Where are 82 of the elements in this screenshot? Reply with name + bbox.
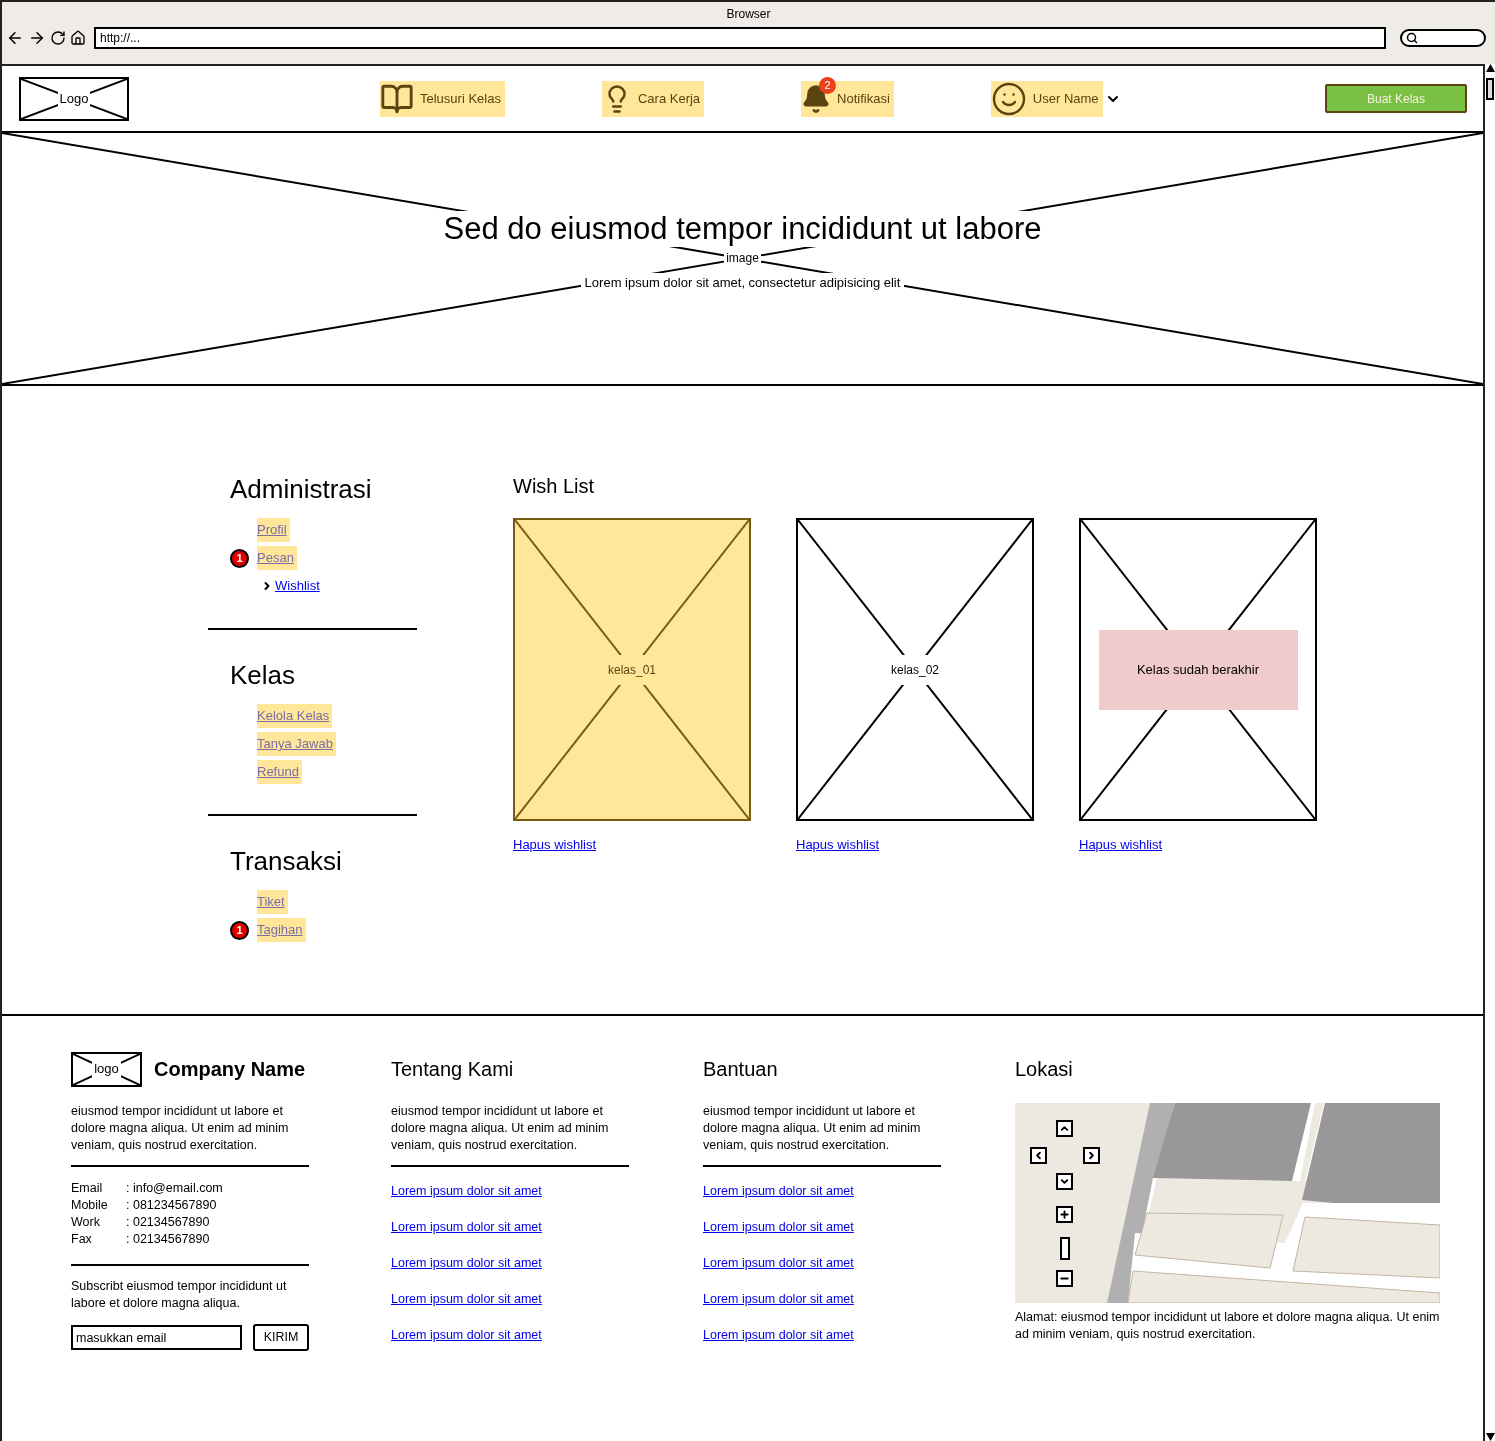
sidebar-link[interactable]: Wishlist (261, 576, 320, 596)
chevron-right-icon (1086, 1150, 1097, 1161)
contact-value: : 081234567890 (126, 1197, 217, 1214)
count-badge: 1 (230, 548, 249, 568)
wishlist-heading: Wish List (513, 474, 596, 498)
hero-subtitle: Lorem ipsum dolor sit amet, consectetur adipisicing elit (580, 273, 905, 293)
sidebar-link[interactable]: Pesan (257, 546, 297, 570)
footer-link[interactable]: Lorem ipsum dolor sit amet (703, 1291, 854, 1308)
zoom-out-button[interactable] (1056, 1270, 1073, 1287)
chevron-left-icon (1033, 1150, 1044, 1161)
home-icon[interactable] (70, 30, 86, 46)
nav-link[interactable]: Cara Kerja (601, 80, 705, 117)
footer-link[interactable]: Lorem ipsum dolor sit amet (391, 1291, 542, 1308)
nav-link[interactable]: 2 Notifikasi (801, 80, 894, 117)
plus-icon (1059, 1209, 1070, 1220)
sidebar-link[interactable]: Tanya Jawab (257, 732, 336, 756)
section-heading: Transaksi (230, 846, 343, 876)
footer-link[interactable]: Lorem ipsum dolor sit amet (703, 1183, 854, 1200)
sidebar-link[interactable]: Kelola Kelas (257, 704, 333, 728)
chevron-up-icon (1059, 1123, 1070, 1134)
address-text: Alamat: eiusmod tempor incididunt ut labore et dolore magna aliqua. Ut enim ad minim veniam, quis nostrud exercitation. (1015, 1309, 1440, 1343)
email-field[interactable]: masukkan email (71, 1325, 242, 1350)
sidebar-link[interactable]: Tiket (257, 890, 288, 914)
smiley-icon (990, 80, 1027, 117)
footer-link[interactable]: Lorem ipsum dolor sit amet (703, 1327, 854, 1344)
contact-label: Mobile (71, 1197, 109, 1214)
ended-notice: Kelas sudah berakhir (1098, 629, 1298, 710)
company-name: Company Name (154, 1057, 306, 1082)
contact-label: Work (71, 1214, 101, 1231)
contact-value: : 02134567890 (126, 1231, 210, 1248)
image-label: image (724, 251, 761, 265)
footer-link[interactable]: Lorem ipsum dolor sit amet (391, 1183, 542, 1200)
sidebar-link[interactable]: Refund (257, 760, 302, 784)
pan-up-button[interactable] (1056, 1120, 1073, 1137)
submit-button[interactable]: KIRIM (253, 1324, 309, 1351)
scroll-thumb[interactable] (1486, 78, 1494, 100)
footer-link[interactable]: Lorem ipsum dolor sit amet (391, 1327, 542, 1344)
footer-description: eiusmod tempor incididunt ut labore et dolore magna aliqua. Ut enim ad minim veniam, quis nostrud exercitation. (703, 1103, 922, 1154)
subscribe-text: Subscribt eiusmod tempor incididunt ut labore et dolore magna aliqua. (71, 1278, 288, 1312)
section-heading: Administrasi (230, 474, 373, 504)
nav-link[interactable]: User Name (990, 80, 1103, 117)
scrollbar[interactable] (1485, 64, 1495, 1441)
contact-value: : info@email.com (126, 1180, 223, 1197)
footer-heading: Lokasi (1015, 1057, 1074, 1082)
zoom-bar-icon (1060, 1237, 1070, 1260)
zoom-in-button[interactable] (1056, 1206, 1073, 1223)
back-icon[interactable] (6, 29, 24, 47)
contact-value: : 02134567890 (126, 1214, 210, 1231)
pan-right-button[interactable] (1083, 1147, 1100, 1164)
remove-link[interactable]: Hapus wishlist (1079, 835, 1163, 855)
logo-label: logo (92, 1059, 121, 1079)
scroll-down-icon[interactable] (1485, 1433, 1495, 1441)
count-badge: 1 (230, 920, 249, 940)
reload-icon[interactable] (50, 30, 66, 46)
search-field[interactable] (1400, 29, 1486, 47)
footer-link[interactable]: Lorem ipsum dolor sit amet (391, 1219, 542, 1236)
class-card[interactable]: Kelas sudah berakhir (1079, 518, 1317, 821)
footer-description: eiusmod tempor incididunt ut labore et dolore magna aliqua. Ut enim ad minim veniam, quis nostrud exercitation. (391, 1103, 610, 1154)
notification-badge: 2 (819, 76, 837, 94)
nav-link[interactable]: Telusuri Kelas (380, 80, 505, 117)
remove-link[interactable]: Hapus wishlist (796, 835, 880, 855)
window-title: Browser (726, 6, 771, 23)
footer-link[interactable]: Lorem ipsum dolor sit amet (391, 1255, 542, 1272)
contact-label: Email (71, 1180, 104, 1197)
footer-link[interactable]: Lorem ipsum dolor sit amet (703, 1255, 854, 1272)
company-description: eiusmod tempor incididunt ut labore et dolore magna aliqua. Ut enim ad minim veniam, quis nostrud exercitation. (71, 1103, 290, 1154)
contact-label: Fax (71, 1231, 93, 1248)
chevron-down-icon (1059, 1176, 1070, 1187)
sidebar-link[interactable]: Profil (257, 518, 290, 542)
search-icon (1406, 32, 1418, 44)
class-card[interactable]: kelas_01 (513, 518, 751, 821)
footer-heading: Bantuan (703, 1057, 779, 1082)
pan-left-button[interactable] (1030, 1147, 1047, 1164)
section-heading: Kelas (230, 660, 297, 690)
class-card[interactable]: kelas_02 (796, 518, 1034, 821)
footer-heading: Tentang Kami (391, 1057, 515, 1082)
pan-down-button[interactable] (1056, 1173, 1073, 1190)
footer-link[interactable]: Lorem ipsum dolor sit amet (703, 1219, 854, 1236)
sidebar-link[interactable]: Tagihan (257, 918, 306, 942)
address-field[interactable]: http://... (94, 27, 1386, 49)
forward-icon[interactable] (28, 29, 46, 47)
remove-link[interactable]: Hapus wishlist (513, 835, 597, 855)
